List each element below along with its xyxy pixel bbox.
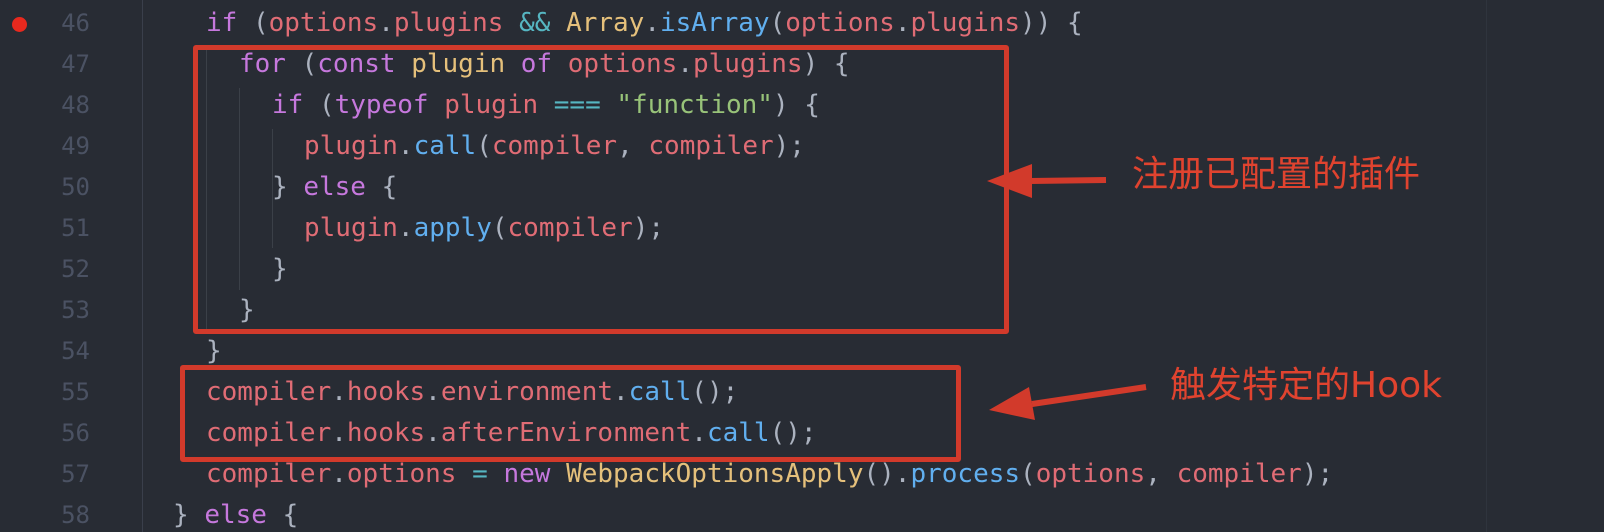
annotation-arrows	[987, 164, 1147, 420]
register-plugins-arrow	[987, 164, 1107, 198]
trigger-hooks-label: 触发特定的Hook	[1170, 365, 1442, 406]
trigger-hooks-arrow	[989, 384, 1147, 420]
code-editor: 46 47 48 49 50 51 52 53 54 55 56 57 58 if (options.p…	[0, 0, 1604, 532]
register-plugins-label: 注册已配置的插件	[1132, 154, 1421, 195]
